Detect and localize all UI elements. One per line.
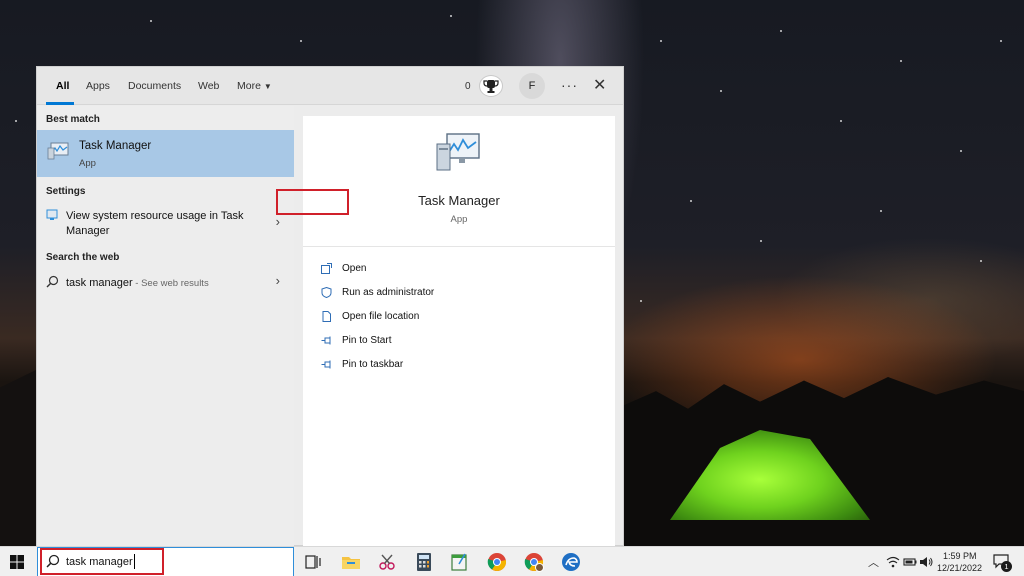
active-tab-indicator [46, 102, 74, 105]
action-pin-to-taskbar-label: Pin to taskbar [342, 359, 404, 370]
action-run-as-administrator[interactable]: Run as administrator [321, 286, 521, 302]
task-view-icon[interactable] [303, 552, 323, 572]
clock-time[interactable]: 1:59 PM [943, 551, 977, 561]
settings-result-line1: View system resource usage in Task [66, 210, 244, 222]
system-monitor-icon [46, 209, 58, 220]
close-icon[interactable]: ✕ [593, 75, 606, 95]
search-filter-bar: All Apps Documents Web More ▼ 0 F ··· ✕ [37, 67, 623, 105]
tab-apps[interactable]: Apps [86, 80, 110, 92]
clock-date[interactable]: 12/21/2022 [937, 563, 982, 573]
action-open[interactable]: Open [321, 262, 521, 278]
web-result-label: task manager - See web results [66, 276, 209, 291]
search-icon [46, 275, 59, 288]
more-options-button[interactable]: ··· [561, 77, 578, 93]
notification-badge: 1 [1001, 561, 1012, 572]
settings-result-line2: Manager [66, 225, 110, 237]
avatar[interactable]: F [519, 73, 545, 99]
tab-more[interactable]: More ▼ [237, 80, 272, 92]
search-results-list: Best match Task Manager App Settings Vie… [37, 106, 294, 547]
preview-subtitle: App [450, 214, 468, 225]
chevron-down-icon: ▼ [263, 82, 272, 91]
battery-icon[interactable] [903, 555, 917, 569]
file-icon [322, 311, 331, 322]
chevron-right-icon: › [275, 214, 280, 229]
best-match-task-manager[interactable]: Task Manager App [37, 130, 294, 177]
preview-title: Task Manager [418, 193, 500, 208]
search-web-heading: Search the web [46, 252, 120, 263]
action-open-file-location[interactable]: Open file location [321, 310, 521, 326]
web-result-item[interactable]: task manager - See web results › [37, 272, 294, 292]
web-result-suffix: - See web results [132, 278, 209, 289]
rewards-points: 0 [465, 81, 471, 92]
volume-icon[interactable] [919, 555, 933, 569]
action-run-admin-label: Run as administrator [342, 287, 435, 298]
chrome-profile-icon[interactable] [524, 552, 544, 572]
settings-heading: Settings [46, 186, 86, 197]
pin-icon [321, 336, 331, 345]
tab-documents[interactable]: Documents [128, 80, 181, 92]
chevron-up-icon[interactable]: ︿ [868, 554, 879, 570]
action-pin-to-start-label: Pin to Start [342, 335, 392, 346]
task-manager-icon [47, 142, 69, 160]
best-match-title: Task Manager [79, 140, 152, 152]
mountain-silhouette [0, 370, 36, 546]
tab-more-label: More [237, 80, 261, 92]
pin-icon [321, 360, 331, 369]
open-icon [321, 263, 332, 274]
tab-web[interactable]: Web [198, 80, 219, 92]
best-match-subtitle: App [79, 158, 96, 169]
tab-all[interactable]: All [56, 80, 69, 92]
divider [303, 246, 615, 247]
windows-start-icon[interactable] [10, 555, 24, 569]
settings-result-item[interactable]: View system resource usage in Task Manag… [37, 206, 294, 240]
shield-icon [321, 287, 332, 298]
chevron-right-icon: › [275, 273, 280, 288]
action-open-file-location-label: Open file location [342, 311, 420, 322]
chrome-icon[interactable] [487, 552, 507, 572]
result-preview-pane: Task Manager App Open Run as administrat… [303, 116, 615, 547]
calculator-icon[interactable] [414, 552, 434, 572]
start-search-panel: All Apps Documents Web More ▼ 0 F ··· ✕ … [36, 66, 624, 547]
action-open-label: Open [342, 263, 367, 274]
search-highlight-box [40, 548, 164, 575]
open-highlight-box [276, 189, 349, 215]
action-pin-to-start[interactable]: Pin to Start [321, 334, 521, 350]
action-pin-to-taskbar[interactable]: Pin to taskbar [321, 358, 521, 374]
wifi-icon[interactable] [886, 555, 900, 569]
settings-result-label: View system resource usage in Task Manag… [66, 209, 244, 239]
web-result-query: task manager [66, 277, 133, 289]
file-explorer-icon[interactable] [341, 552, 361, 572]
rewards-trophy-icon[interactable] [479, 75, 503, 97]
snipping-tool-icon[interactable] [377, 552, 397, 572]
best-match-heading: Best match [46, 114, 100, 125]
edge-dev-icon[interactable] [561, 552, 581, 572]
task-manager-icon [436, 133, 480, 171]
notepad-icon[interactable] [450, 552, 470, 572]
